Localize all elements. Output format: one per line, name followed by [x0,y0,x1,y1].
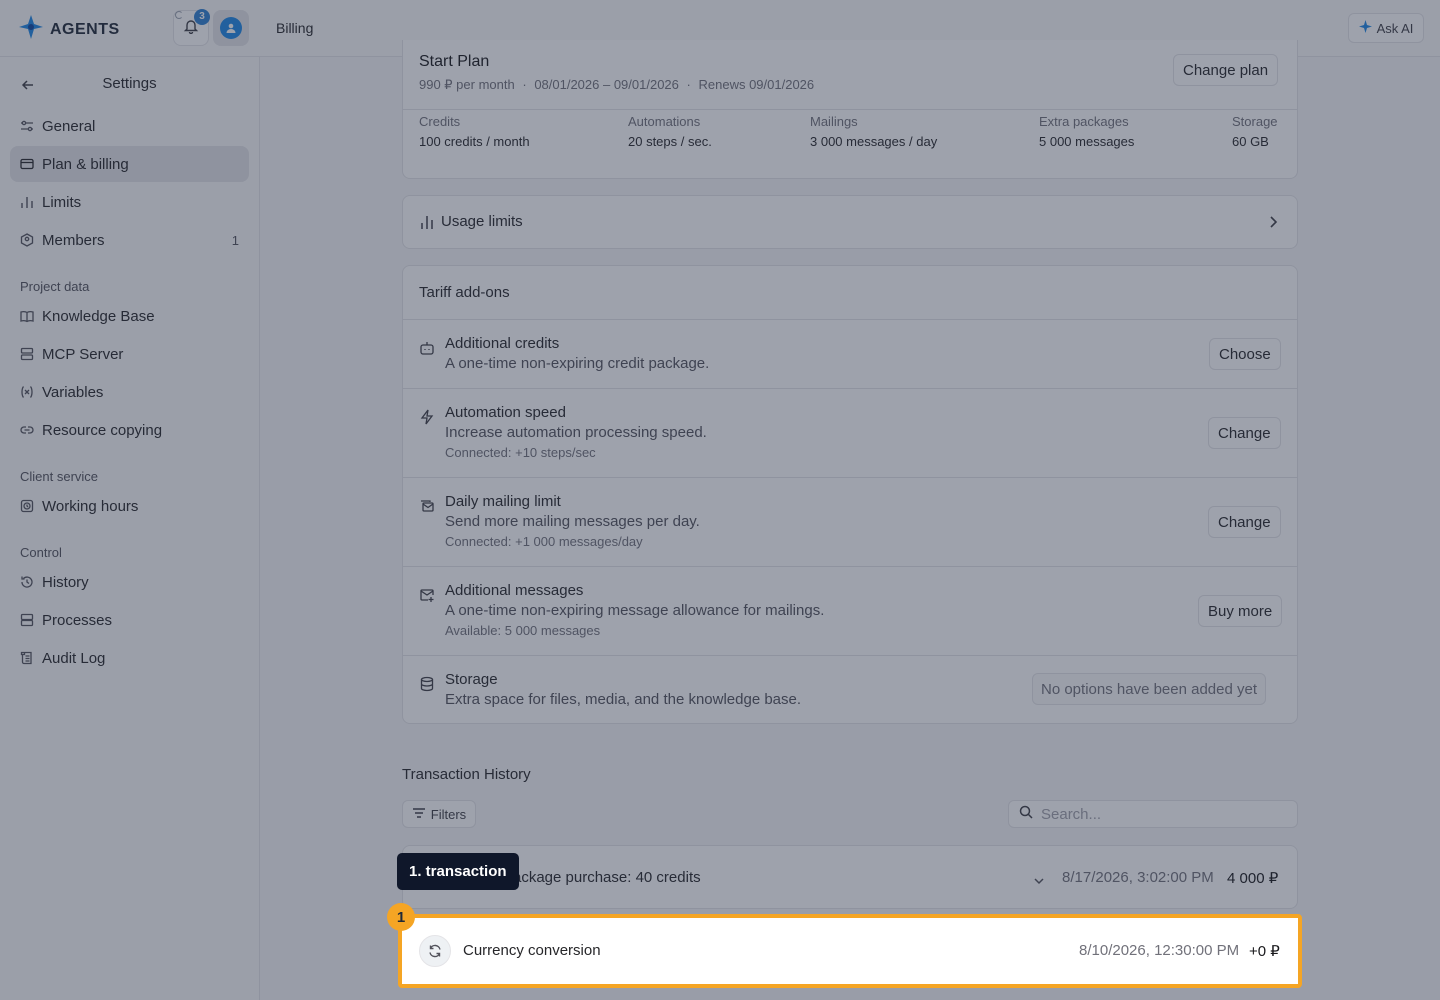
highlight-badge: 1 [387,903,415,931]
refresh-icon [419,935,451,967]
transaction-label: Currency conversion [463,942,601,959]
highlight-tooltip: 1. transaction [397,853,519,890]
transaction-amount: +0 ₽ [1249,943,1280,960]
dim-overlay [0,0,1440,1000]
transaction-date: 8/10/2026, 12:30:00 PM [1079,942,1240,959]
transaction-row-highlighted[interactable]: Currency conversion 8/10/2026, 12:30:00 … [398,914,1302,988]
